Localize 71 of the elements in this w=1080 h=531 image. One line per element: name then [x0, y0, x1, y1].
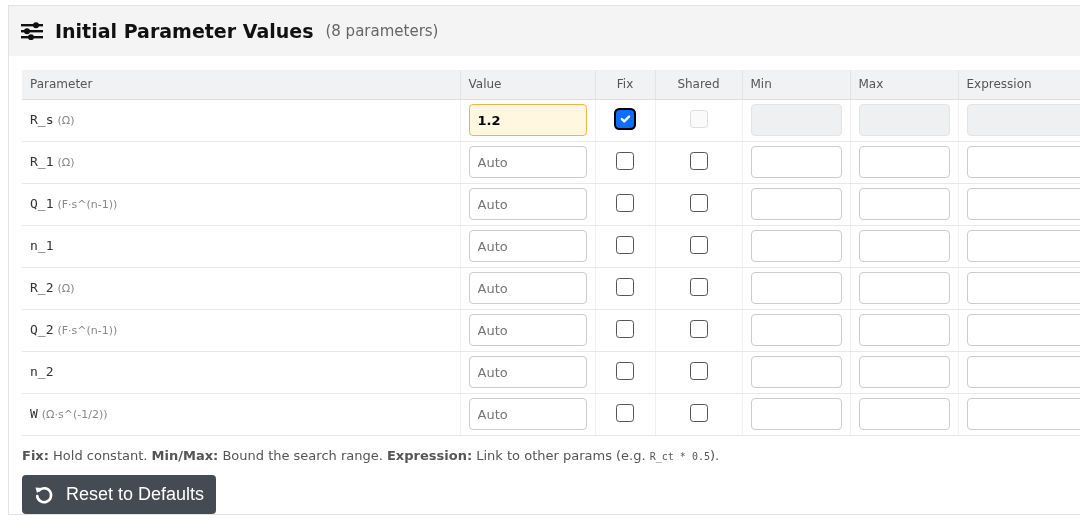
column-header: Parameter: [22, 70, 460, 99]
expression-field[interactable]: [966, 230, 1080, 262]
value-field[interactable]: Auto: [468, 314, 587, 346]
value-field[interactable]: Auto: [468, 272, 587, 304]
value-field[interactable]: Auto: [468, 356, 587, 388]
min-field[interactable]: [750, 188, 842, 220]
expression-field[interactable]: [966, 188, 1080, 220]
fix-checkbox[interactable]: [616, 110, 634, 129]
min-field[interactable]: [750, 272, 842, 304]
fix-checkbox[interactable]: [616, 236, 634, 255]
parameter-name: W: [30, 406, 38, 422]
max-field[interactable]: [858, 188, 950, 220]
shared-checkbox[interactable]: [689, 362, 708, 381]
max-field[interactable]: [858, 314, 950, 346]
min-field[interactable]: [750, 356, 842, 388]
expression-field[interactable]: [966, 146, 1080, 178]
sliders-icon: [21, 22, 43, 40]
max-field[interactable]: [858, 146, 950, 178]
value-field[interactable]: Auto: [468, 398, 587, 430]
fix-checkbox[interactable]: [616, 152, 634, 171]
reset-button[interactable]: Reset to Defaults: [22, 475, 217, 514]
column-header: Min: [742, 70, 850, 99]
fix-checkbox[interactable]: [616, 194, 634, 213]
expression-field[interactable]: [966, 398, 1080, 430]
fix-checkbox[interactable]: [616, 278, 634, 297]
parameter-unit: (F·s^(n-1)): [57, 324, 118, 338]
shared-checkbox[interactable]: [689, 320, 708, 339]
parameter-unit: (Ω): [57, 282, 75, 296]
shared-checkbox[interactable]: [689, 236, 708, 255]
fix-checkbox[interactable]: [616, 362, 634, 381]
parameter-name: Q_1: [30, 196, 54, 212]
parameter-unit: (Ω): [57, 114, 75, 128]
shared-checkbox[interactable]: [689, 278, 708, 297]
min-field[interactable]: [750, 314, 842, 346]
value-field[interactable]: 1.2: [468, 104, 587, 136]
max-field[interactable]: [858, 356, 950, 388]
value-field[interactable]: Auto: [468, 230, 587, 262]
column-header: Fix: [595, 70, 655, 99]
parameter-name: R_2: [30, 280, 54, 296]
expression-field[interactable]: [966, 272, 1080, 304]
value-field[interactable]: Auto: [468, 146, 587, 178]
parameter-unit: (Ω): [57, 156, 75, 170]
expression-field[interactable]: [966, 356, 1080, 388]
min-field[interactable]: [750, 230, 842, 262]
parameter-name: R_1: [30, 154, 54, 170]
fix-checkbox[interactable]: [616, 404, 634, 423]
max-field[interactable]: [858, 230, 950, 262]
min-field[interactable]: [750, 146, 842, 178]
parameter-unit: (Ω·s^(-1/2)): [41, 408, 108, 422]
parameter-unit: (F·s^(n-1)): [57, 198, 118, 212]
parameter-name: n_1: [30, 238, 54, 254]
column-header: Shared: [655, 70, 742, 99]
expression-field[interactable]: [966, 314, 1080, 346]
max-field[interactable]: [858, 272, 950, 304]
shared-checkbox[interactable]: [689, 152, 708, 171]
parameter-name: Q_2: [30, 322, 54, 338]
help-text: Fix: Hold constant. Min/Max: Bound the search range. Expression: Link to other params (e.g. R_ct * 0.5).: [22, 446, 721, 465]
shared-checkbox[interactable]: [689, 194, 708, 213]
value-field[interactable]: Auto: [468, 188, 587, 220]
panel-title: Initial Parameter Values: [55, 18, 314, 44]
column-header: Expression: [958, 70, 1080, 99]
undo-icon: [34, 484, 54, 505]
min-field[interactable]: [750, 398, 842, 430]
shared-checkbox[interactable]: [689, 404, 708, 423]
column-header: Value: [460, 70, 595, 99]
parameter-count: (8 parameters): [325, 20, 439, 42]
parameter-name: R_s: [30, 112, 54, 128]
column-header: Max: [850, 70, 958, 99]
max-field[interactable]: [858, 398, 950, 430]
parameter-name: n_2: [30, 364, 54, 380]
fix-checkbox[interactable]: [616, 320, 634, 339]
